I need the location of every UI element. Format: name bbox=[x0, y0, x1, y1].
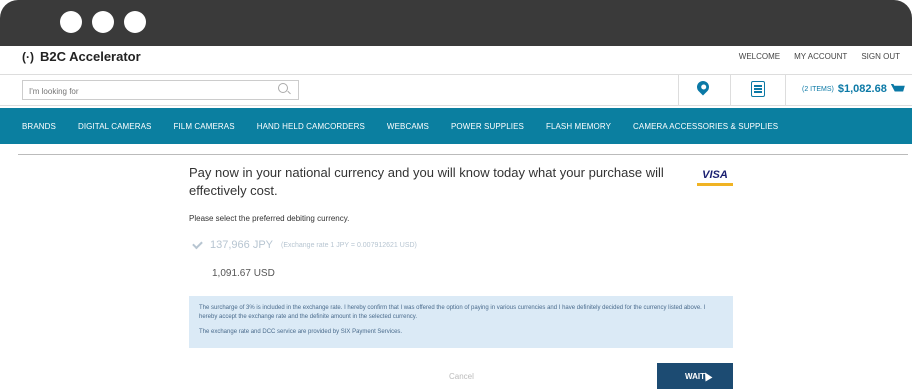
currency-select-label: Please select the preferred debiting cur… bbox=[189, 214, 350, 223]
account-links: WELCOME MY ACCOUNT SIGN OUT bbox=[739, 52, 900, 61]
welcome-link[interactable]: WELCOME bbox=[739, 52, 780, 61]
visa-logo: VISA bbox=[697, 169, 733, 191]
nav-item-film-cameras[interactable]: FILM CAMERAS bbox=[173, 122, 234, 131]
foreign-amount: 137,966 JPY bbox=[210, 239, 273, 251]
nav-item-flash-memory[interactable]: FLASH MEMORY bbox=[546, 122, 611, 131]
check-icon bbox=[192, 238, 203, 249]
nav-item-camera-accessories[interactable]: CAMERA ACCESSORIES & SUPPLIES bbox=[633, 122, 778, 131]
nav-item-brands[interactable]: BRANDS bbox=[22, 122, 56, 131]
dcc-heading: Pay now in your national currency and yo… bbox=[189, 165, 664, 198]
brand-mark-icon: (·) bbox=[22, 49, 34, 64]
search-box bbox=[22, 80, 299, 101]
divider bbox=[678, 75, 679, 105]
brand-logo[interactable]: (·) B2C Accelerator bbox=[22, 49, 141, 64]
window-chrome bbox=[0, 0, 912, 46]
currency-option-foreign[interactable]: 137,966 JPY (Exchange rate 1 JPY = 0.007… bbox=[192, 238, 417, 251]
cart-summary[interactable]: (2 ITEMS) $1,082.68 bbox=[802, 83, 905, 95]
search-icon[interactable] bbox=[278, 83, 288, 93]
cart-icon bbox=[890, 84, 905, 92]
search-row: (2 ITEMS) $1,082.68 bbox=[0, 74, 912, 106]
currency-option-home[interactable]: 1,091.67 USD bbox=[212, 268, 275, 279]
cancel-link[interactable]: Cancel bbox=[449, 372, 474, 381]
card-brand: VISA bbox=[702, 169, 728, 181]
sign-out-link[interactable]: SIGN OUT bbox=[861, 52, 900, 61]
dcc-terms-box: The surcharge of 3% is included in the e… bbox=[189, 296, 733, 348]
nav-item-webcams[interactable]: WEBCAMS bbox=[387, 122, 429, 131]
close-window-dot[interactable] bbox=[60, 11, 82, 33]
list-icon[interactable] bbox=[751, 81, 765, 97]
nav-item-hand-held-camcorders[interactable]: HAND HELD CAMCORDERS bbox=[257, 122, 365, 131]
content-divider bbox=[18, 154, 908, 155]
search-input[interactable] bbox=[23, 82, 271, 101]
page: (·) B2C Accelerator WELCOME MY ACCOUNT S… bbox=[0, 46, 912, 389]
brand-name: B2C Accelerator bbox=[40, 49, 141, 64]
wait-button[interactable]: WAIT bbox=[657, 363, 733, 389]
nav-item-digital-cameras[interactable]: DIGITAL CAMERAS bbox=[78, 122, 152, 131]
maximize-window-dot[interactable] bbox=[124, 11, 146, 33]
divider bbox=[730, 75, 731, 105]
cart-items-count: (2 ITEMS) bbox=[802, 85, 834, 93]
provider-text: The exchange rate and DCC service are pr… bbox=[199, 329, 403, 335]
my-account-link[interactable]: MY ACCOUNT bbox=[794, 52, 847, 61]
cart-total: $1,082.68 bbox=[837, 83, 887, 95]
divider bbox=[785, 75, 786, 105]
terms-text: The surcharge of 3% is included in the e… bbox=[199, 305, 706, 320]
window-controls bbox=[60, 11, 146, 33]
minimize-window-dot[interactable] bbox=[92, 11, 114, 33]
category-nav: BRANDS DIGITAL CAMERAS FILM CAMERAS HAND… bbox=[0, 108, 912, 144]
top-bar: (·) B2C Accelerator WELCOME MY ACCOUNT S… bbox=[0, 46, 912, 68]
location-pin-icon[interactable] bbox=[694, 78, 712, 96]
visa-stripe bbox=[697, 183, 733, 186]
nav-item-power-supplies[interactable]: POWER SUPPLIES bbox=[451, 122, 524, 131]
exchange-rate: (Exchange rate 1 JPY = 0.007912621 USD) bbox=[281, 241, 417, 249]
